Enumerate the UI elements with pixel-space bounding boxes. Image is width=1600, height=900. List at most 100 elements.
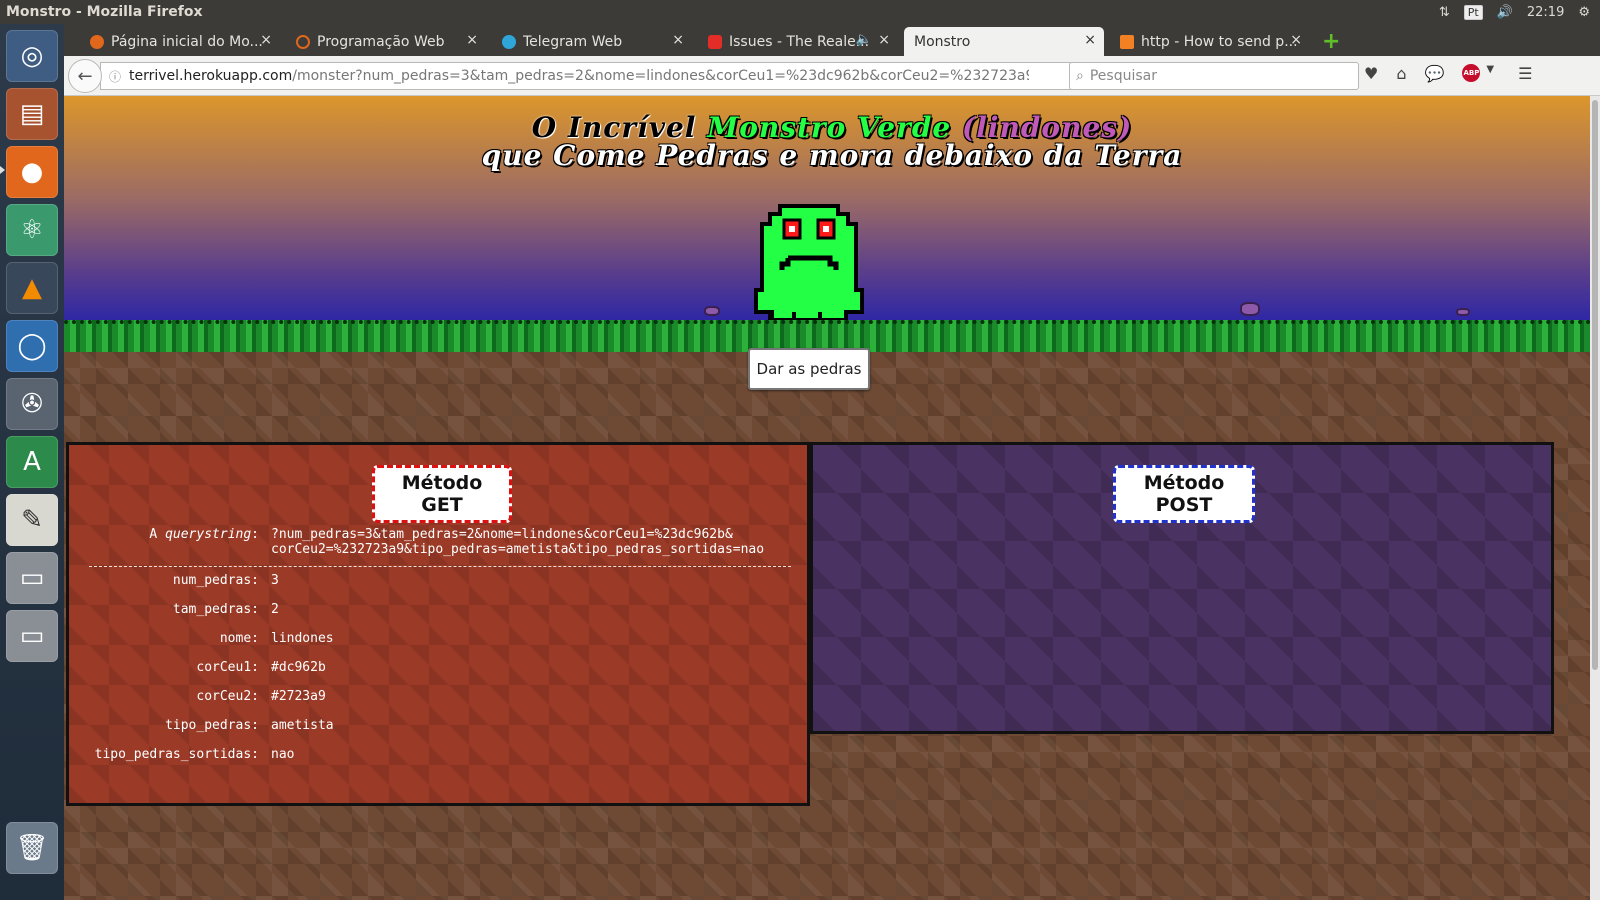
rock-image xyxy=(704,306,720,316)
telegram-favicon-icon xyxy=(502,34,516,49)
querystring-label-emphasis: querystring xyxy=(165,527,252,542)
search-placeholder: Pesquisar xyxy=(1089,68,1157,84)
software-updater-icon[interactable]: A xyxy=(6,436,58,488)
get-method-panel: Método GET A querystring: ?num_pedras=3&… xyxy=(66,442,810,806)
tab-programacao-web[interactable]: Programação Web × xyxy=(286,27,486,56)
volume-icon[interactable]: 🔊 xyxy=(1497,5,1513,20)
chat-icon[interactable]: 💬 xyxy=(1425,64,1445,83)
tab-label: Página inicial do Mo... xyxy=(111,33,263,50)
system-settings-icon[interactable]: ✇ xyxy=(6,378,58,430)
param-key: num_pedras: xyxy=(172,573,259,588)
close-tab-icon[interactable]: × xyxy=(878,32,890,48)
back-button[interactable]: ← xyxy=(68,59,102,93)
close-tab-icon[interactable]: × xyxy=(1290,32,1302,48)
youtube-favicon-icon xyxy=(708,34,722,49)
url-bar[interactable]: ⓘ terrivel.herokuapp.com/monster?num_ped… xyxy=(100,62,1100,90)
drive-icon[interactable]: ▭ xyxy=(6,552,58,604)
firefox-favicon-icon xyxy=(90,34,104,49)
tab-label: Programação Web xyxy=(317,33,445,50)
file-manager-icon[interactable]: ▤ xyxy=(6,88,58,140)
querystring-line-1: ?num_pedras=3&tam_pedras=2&nome=lindones… xyxy=(271,527,733,542)
get-panel-title: Método GET xyxy=(372,465,512,523)
querystring-label-prefix: A xyxy=(149,527,158,542)
tab-telegram-web[interactable]: Telegram Web × xyxy=(492,27,692,56)
querystring-value: ?num_pedras=3&tam_pedras=2&nome=lindones… xyxy=(271,527,764,557)
param-value: 3 xyxy=(271,573,279,588)
window-title: Monstro - Mozilla Firefox xyxy=(6,4,203,20)
navigation-bar: ⓘ terrivel.herokuapp.com/monster?num_ped… xyxy=(64,56,1600,96)
tab-monstro[interactable]: Monstro × xyxy=(904,27,1104,56)
close-tab-icon[interactable]: × xyxy=(1084,32,1096,48)
loading-favicon-icon xyxy=(296,34,310,49)
page-viewport: O Incrível Monstro Verde (lindones) que … xyxy=(64,96,1600,900)
drive-icon-2[interactable]: ▭ xyxy=(6,610,58,662)
param-key: nome: xyxy=(219,631,259,646)
search-bar[interactable]: ⌕ Pesquisar xyxy=(1069,62,1359,90)
os-top-bar: Monstro - Mozilla Firefox ⇅ Pt 🔊 22:19 ⚙ xyxy=(0,0,1600,24)
text-editor-icon[interactable]: ✎ xyxy=(6,494,58,546)
divider xyxy=(89,566,791,567)
toolbar-icons: ♥ ⌂ 💬 ABP ▼ ☰ xyxy=(1364,64,1532,83)
tab-label: Issues - The Reale... xyxy=(729,33,870,50)
querystring-label: A querystring: xyxy=(149,527,259,542)
new-tab-plus-icon[interactable]: + xyxy=(1322,29,1340,54)
clock[interactable]: 22:19 xyxy=(1527,5,1564,20)
url-domain: terrivel.herokuapp.com xyxy=(129,68,293,84)
tab-strip: Página inicial do Mo... × Programação We… xyxy=(64,24,1600,56)
site-info-icon[interactable]: ⓘ xyxy=(109,68,129,85)
menu-hamburger-icon[interactable]: ☰ xyxy=(1518,64,1532,83)
running-indicator-icon xyxy=(0,166,5,174)
param-value: ametista xyxy=(271,718,334,733)
give-stones-button[interactable]: Dar as pedras xyxy=(748,348,870,390)
back-arrow-icon: ← xyxy=(77,65,93,87)
home-icon[interactable]: ⌂ xyxy=(1396,64,1406,83)
post-title-line-1: Método xyxy=(1143,472,1225,494)
param-value: #dc962b xyxy=(271,660,326,675)
adblock-plus-icon[interactable]: ABP xyxy=(1462,64,1481,82)
speaker-icon[interactable]: 🔈 xyxy=(856,32,872,47)
ubuntu-dash-icon[interactable]: ◎ xyxy=(6,30,58,82)
close-tab-icon[interactable]: × xyxy=(672,32,684,48)
close-tab-icon[interactable]: × xyxy=(260,32,272,48)
post-title-line-2: POST xyxy=(1155,494,1213,516)
network-icon[interactable]: ⇅ xyxy=(1439,5,1450,20)
rock-image xyxy=(1240,302,1260,316)
pocket-icon[interactable]: ♥ xyxy=(1364,64,1378,83)
unity-launcher: ◎ ▤ ● ⚛ ▲ ◯ ✇ A ✎ ▭ ▭ 🗑 xyxy=(0,24,64,900)
firefox-icon[interactable]: ● xyxy=(6,146,58,198)
title-line-2: que Come Pedras e mora debaixo da Terra xyxy=(481,139,1183,172)
atom-editor-icon[interactable]: ⚛ xyxy=(6,204,58,256)
stackoverflow-favicon-icon xyxy=(1120,34,1134,49)
keyboard-layout-indicator[interactable]: Pt xyxy=(1463,4,1483,20)
param-key: tam_pedras: xyxy=(172,602,259,617)
scrollbar-thumb[interactable] xyxy=(1592,100,1598,670)
param-value: #2723a9 xyxy=(271,689,326,704)
green-monster-image xyxy=(754,204,864,322)
page-title: O Incrível Monstro Verde (lindones) que … xyxy=(64,114,1600,170)
tab-label: http - How to send p... xyxy=(1141,33,1298,50)
querystring-label-colon: : xyxy=(251,527,259,542)
search-icon: ⌕ xyxy=(1076,68,1084,84)
param-key: corCeu2: xyxy=(196,689,259,704)
post-method-panel: Método POST xyxy=(810,442,1554,734)
param-value: lindones xyxy=(271,631,334,646)
tab-http[interactable]: http - How to send p... × xyxy=(1110,27,1310,56)
tab-label: Telegram Web xyxy=(523,33,623,50)
tab-label: Monstro xyxy=(914,33,971,50)
url-path: /monster?num_pedras=3&tam_pedras=2&nome=… xyxy=(292,68,1029,84)
tab-pagina-inicial[interactable]: Página inicial do Mo... × xyxy=(80,27,280,56)
dropdown-arrow-icon[interactable]: ▼ xyxy=(1486,64,1494,83)
post-panel-title: Método POST xyxy=(1113,465,1255,523)
vlc-icon[interactable]: ▲ xyxy=(6,262,58,314)
trash-icon[interactable]: 🗑 xyxy=(6,822,58,874)
querystring-row: A querystring: ?num_pedras=3&tam_pedras=… xyxy=(69,527,807,561)
settings-gear-icon[interactable]: ⚙ xyxy=(1578,5,1590,20)
param-key: tipo_pedras_sortidas: xyxy=(94,747,259,762)
chromium-icon[interactable]: ◯ xyxy=(6,320,58,372)
param-value: 2 xyxy=(271,602,279,617)
system-tray: ⇅ Pt 🔊 22:19 ⚙ xyxy=(1439,4,1600,20)
param-value: nao xyxy=(271,747,295,762)
vertical-scrollbar[interactable] xyxy=(1590,96,1600,900)
close-tab-icon[interactable]: × xyxy=(466,32,478,48)
tab-issues[interactable]: Issues - The Reale... 🔈 × xyxy=(698,27,898,56)
